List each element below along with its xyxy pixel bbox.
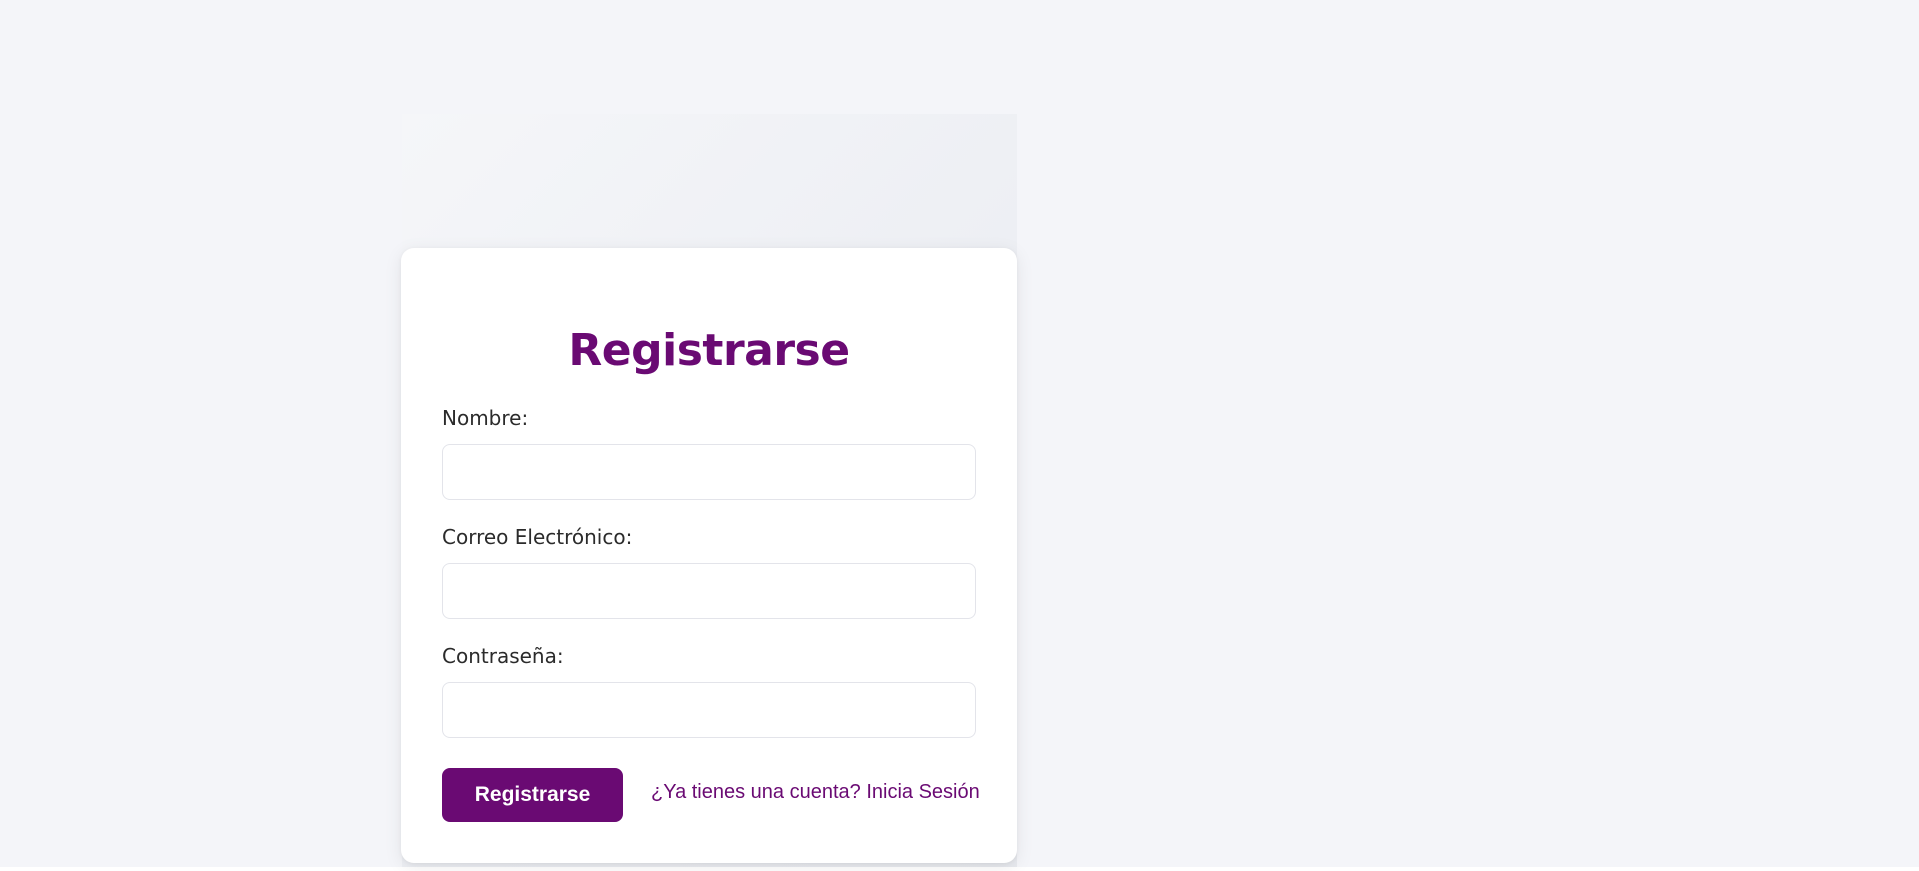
register-button[interactable]: Registrarse [442,768,623,822]
name-input[interactable] [442,444,976,500]
email-input[interactable] [442,563,976,619]
password-label: Contraseña: [442,644,564,668]
name-label: Nombre: [442,406,529,430]
email-label: Correo Electrónico: [442,525,633,549]
password-input[interactable] [442,682,976,738]
login-link[interactable]: ¿Ya tienes una cuenta? Inicia Sesión [651,781,980,804]
page-title: Registrarse [568,325,850,377]
page: Registrarse Nombre: Correo Electrónico: … [0,0,1919,867]
register-card: Registrarse Nombre: Correo Electrónico: … [401,248,1017,863]
